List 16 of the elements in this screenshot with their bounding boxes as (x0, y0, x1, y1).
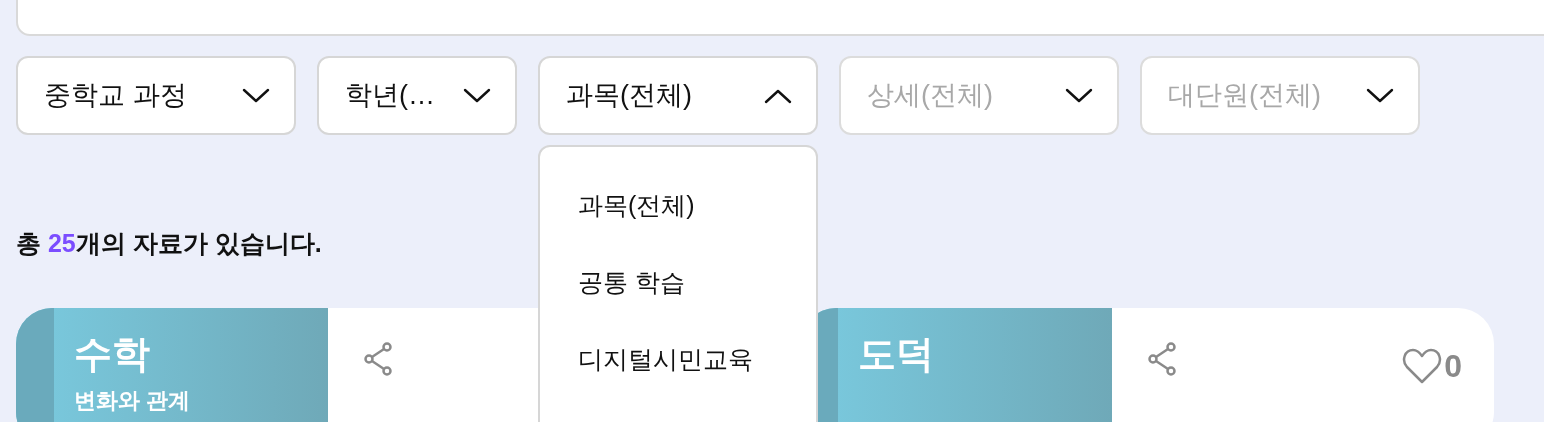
filter-dropdown[interactable]: 중학교 과정 (16, 56, 296, 135)
unit-subtitle: 변화와 관계 (74, 387, 191, 414)
chevron-down-icon (1065, 87, 1093, 104)
subject-title: 도덕 (858, 331, 934, 377)
filter-dropdown[interactable]: 과목(전체) (538, 56, 818, 135)
like-count: 0 (1444, 346, 1462, 386)
share-icon[interactable] (364, 341, 394, 376)
filter-dropdown[interactable]: 학년(… (317, 56, 517, 135)
result-count: 총 25개의 자료가 있습니다. (16, 228, 323, 259)
share-icon[interactable] (1148, 341, 1178, 376)
chevron-down-icon (1366, 87, 1394, 104)
chevron-down-icon (463, 87, 491, 104)
chevron-down-icon (242, 87, 270, 104)
subject-title: 수학 (74, 331, 151, 377)
chevron-up-icon (764, 87, 792, 104)
heart-icon[interactable] (1402, 346, 1443, 385)
